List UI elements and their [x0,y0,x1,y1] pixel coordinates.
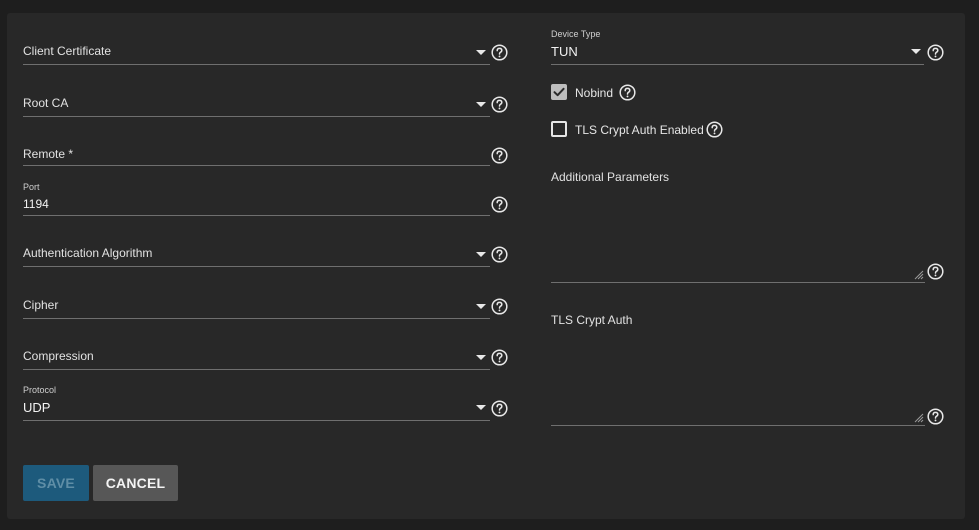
resize-handle-icon[interactable] [914,413,924,423]
field-underline [23,64,490,65]
help-icon[interactable] [927,263,944,280]
help-icon[interactable] [491,298,508,315]
cipher-label: Cipher [23,298,59,312]
cipher-select[interactable]: Cipher [23,292,490,319]
tls-crypt-auth-label: TLS Crypt Auth [551,313,633,327]
help-icon[interactable] [491,400,508,417]
client-certificate-select[interactable]: Client Certificate [23,38,490,65]
nobind-label: Nobind [575,86,614,100]
help-icon[interactable] [491,96,508,113]
root-ca-label: Root CA [23,96,69,110]
resize-handle-icon[interactable] [914,270,924,280]
save-button[interactable]: SAVE [23,465,89,501]
compression-label: Compression [23,349,94,363]
authentication-algorithm-select[interactable]: Authentication Algorithm [23,240,490,267]
help-icon[interactable] [491,147,508,164]
field-underline [23,318,490,319]
protocol-select[interactable]: Protocol UDP [23,385,490,421]
field-underline [23,116,490,117]
field-underline [551,282,925,283]
additional-parameters-textarea[interactable]: Additional Parameters [551,168,925,283]
field-underline [23,266,490,267]
chevron-down-icon [476,355,486,360]
additional-parameters-label: Additional Parameters [551,170,670,184]
chevron-down-icon [911,49,921,54]
compression-select[interactable]: Compression [23,343,490,370]
chevron-down-icon [476,304,486,309]
tls-crypt-auth-enabled-checkbox[interactable] [551,121,567,137]
field-underline [23,165,490,166]
remote-label: Remote * [23,147,74,161]
remote-input[interactable]: Remote * [23,140,490,166]
protocol-label: Protocol [23,385,57,395]
field-underline [23,420,490,421]
help-icon[interactable] [491,349,508,366]
nobind-checkbox[interactable] [551,84,567,100]
authentication-algorithm-label: Authentication Algorithm [23,246,153,260]
chevron-down-icon [476,102,486,107]
help-icon[interactable] [491,44,508,61]
device-type-select[interactable]: Device Type TUN [551,29,924,65]
help-icon[interactable] [706,121,723,138]
protocol-value: UDP [23,400,51,415]
tls-crypt-auth-enabled-label: TLS Crypt Auth Enabled [575,123,704,137]
field-underline [551,64,924,65]
check-icon [553,87,565,97]
chevron-down-icon [476,50,486,55]
client-certificate-label: Client Certificate [23,44,112,58]
root-ca-select[interactable]: Root CA [23,90,490,117]
help-icon[interactable] [619,84,636,101]
help-icon[interactable] [491,196,508,213]
device-type-value: TUN [551,44,578,59]
port-input[interactable]: Port 1194 [23,182,490,216]
device-type-label: Device Type [551,29,601,39]
field-underline [551,425,925,426]
tls-crypt-auth-textarea[interactable]: TLS Crypt Auth [551,311,925,426]
chevron-down-icon [476,405,486,410]
help-icon[interactable] [927,408,944,425]
field-underline [23,369,490,370]
help-icon[interactable] [927,44,944,61]
field-underline [23,215,490,216]
cancel-button[interactable]: CANCEL [93,465,178,501]
chevron-down-icon [476,252,486,257]
help-icon[interactable] [491,246,508,263]
port-label: Port [23,182,40,192]
port-value: 1194 [23,197,49,211]
